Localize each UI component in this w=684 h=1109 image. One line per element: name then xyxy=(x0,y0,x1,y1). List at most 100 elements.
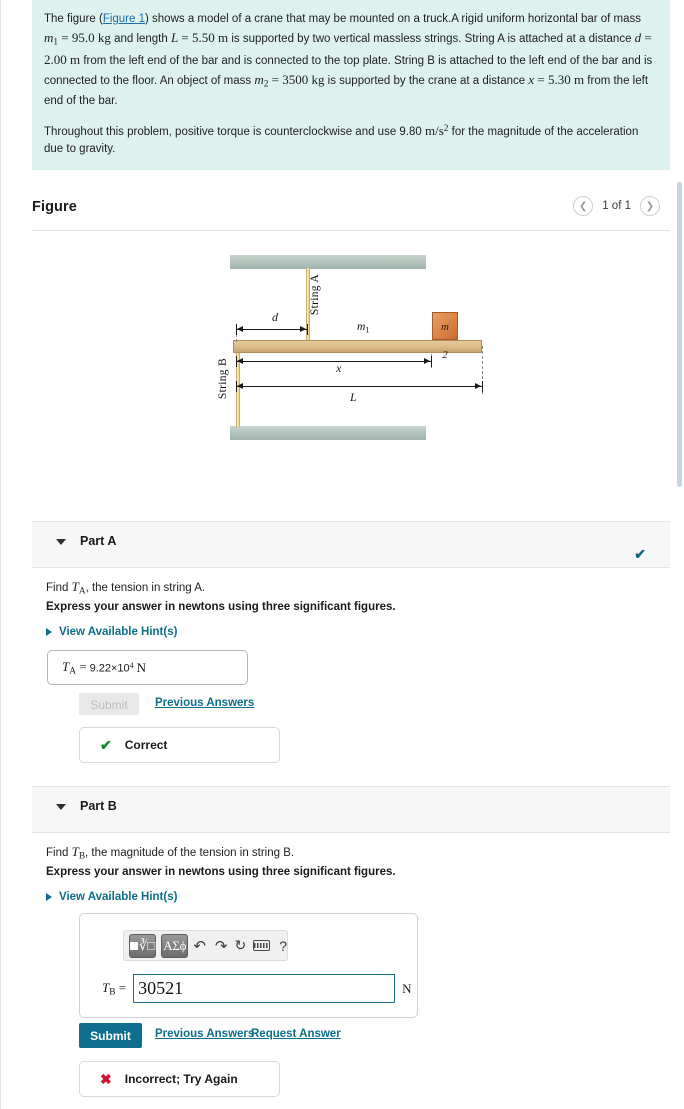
template-icon[interactable]: ∛□ xyxy=(129,933,157,958)
keyboard-icon[interactable] xyxy=(253,940,271,951)
length-text: and length xyxy=(114,33,168,46)
gravity-units: m/s2 xyxy=(425,122,449,138)
part-b-question: Find TB, the magnitude of the tension in… xyxy=(46,844,295,862)
scrollbar-thumb[interactable] xyxy=(677,182,682,487)
crane-diagram: String A String B m1 m2 d x L xyxy=(210,246,510,456)
chevron-down-icon[interactable] xyxy=(56,539,66,545)
chevron-right-small-icon xyxy=(46,893,52,901)
part-b-instruction: Express your answer in newtons using thr… xyxy=(46,866,396,878)
chevron-left-icon[interactable]: ❮ xyxy=(573,196,594,216)
figure-navigation: ❮ 1 of 1 ❯ xyxy=(573,196,660,216)
undo-arrow-icon[interactable]: ↶ xyxy=(193,937,206,955)
scrollbar-track[interactable] xyxy=(674,0,684,1109)
figure-counter: 1 of 1 xyxy=(602,200,631,212)
chevron-right-small-icon xyxy=(46,628,52,636)
part-a-symbol: TA xyxy=(71,579,86,597)
part-a-answer-value: 9.22×104 xyxy=(89,660,134,675)
m2-value: = 3500 kg xyxy=(271,72,325,88)
string-a-label: String A xyxy=(309,274,321,316)
dimension-tick-d-right xyxy=(307,324,308,335)
part-b-request-answer-link[interactable]: Request Answer xyxy=(251,1028,341,1040)
part-b-submit-button[interactable]: Submit xyxy=(79,1023,142,1048)
chevron-down-icon[interactable] xyxy=(56,804,66,810)
dimension-tick-L-right xyxy=(482,381,483,392)
left-gutter-rule xyxy=(0,0,1,1109)
part-b-header[interactable]: Part B xyxy=(32,786,670,833)
figure-divider xyxy=(32,230,670,231)
arrowhead-d-left xyxy=(237,326,243,332)
L-value: = 5.50 m xyxy=(181,30,229,46)
part-a-title: Part A xyxy=(80,534,117,548)
supported-text: is supported by two vertical massless st… xyxy=(231,33,632,46)
part-a-header[interactable]: Part A ✔ xyxy=(32,521,670,568)
arrowhead-d-right xyxy=(300,326,306,332)
m1-symbol: m1 xyxy=(44,30,59,48)
part-b-field-label: TB = xyxy=(102,979,127,998)
part-a-previous-answers-link[interactable]: Previous Answers xyxy=(155,697,254,709)
supported2-text: is supported by the crane at a distance xyxy=(327,75,526,88)
problem-paragraph-1: The figure (Figure 1) shows a model of a… xyxy=(44,11,656,110)
arrowhead-L-left xyxy=(237,383,243,389)
bar-mass-label: m1 xyxy=(357,321,370,335)
part-b-hint-link[interactable]: View Available Hint(s) xyxy=(46,891,177,903)
arrowhead-L-right xyxy=(475,383,481,389)
dimension-line-L xyxy=(236,386,483,387)
part-a-feedback-text: Correct xyxy=(124,738,168,752)
block-m2-label: m2 xyxy=(441,321,449,361)
part-a-feedback: ✔ Correct xyxy=(79,727,280,763)
part-a-submit-button[interactable]: Submit xyxy=(79,693,139,715)
floor-plate xyxy=(230,426,426,440)
problem-paragraph-2: Throughout this problem, positive torque… xyxy=(44,121,656,158)
part-b-previous-answers-link[interactable]: Previous Answers xyxy=(155,1028,254,1040)
part-a-answer-unit: N xyxy=(136,659,146,675)
arrowhead-x-right xyxy=(424,358,430,364)
part-a-answer-display: TA = 9.22×104 N xyxy=(47,650,248,685)
dimension-line-x xyxy=(236,361,432,362)
gravity-text-pre: Throughout this problem, positive torque… xyxy=(44,125,425,138)
part-a-question: Find TA, the tension in string A. xyxy=(46,579,206,597)
part-b-symbol: TB xyxy=(71,844,86,862)
dimension-tick-x-right xyxy=(431,356,432,367)
figure-header: Figure ❮ 1 of 1 ❯ xyxy=(32,196,670,230)
template-square-glyph xyxy=(130,941,138,950)
chevron-right-icon[interactable]: ❯ xyxy=(640,196,660,216)
part-b-field-unit: N xyxy=(402,980,412,996)
redo-arrow-icon[interactable]: ↷ xyxy=(215,937,228,955)
part-a-hint-link[interactable]: View Available Hint(s) xyxy=(46,626,177,638)
dimension-line-d xyxy=(236,329,307,330)
part-b-hint-label: View Available Hint(s) xyxy=(59,891,178,903)
part-b-feedback: ✖ Incorrect; Try Again xyxy=(79,1061,280,1097)
L-symbol: L xyxy=(170,30,179,46)
reset-circular-arrow-icon[interactable]: ↻ xyxy=(234,937,246,954)
block-m2: m2 xyxy=(432,312,458,361)
check-icon: ✔ xyxy=(100,736,112,753)
greek-symbols-label: ΑΣϕ xyxy=(163,937,187,953)
x-value: = 5.30 m xyxy=(537,72,585,88)
figure-1-link[interactable]: Figure 1 xyxy=(103,13,145,25)
dimension-label-x: x xyxy=(336,361,342,375)
problem-statement: The figure (Figure 1) shows a model of a… xyxy=(32,0,670,170)
help-icon[interactable]: ? xyxy=(279,938,287,954)
problem-text-pre: The figure ( xyxy=(44,13,103,25)
part-b-answer-input[interactable] xyxy=(133,974,396,1003)
part-a-instruction: Express your answer in newtons using thr… xyxy=(46,601,396,613)
dimension-label-d: d xyxy=(272,310,278,324)
part-b-feedback-text: Incorrect; Try Again xyxy=(124,1072,238,1086)
x-icon: ✖ xyxy=(100,1070,112,1087)
greek-symbols-button[interactable]: ΑΣϕ xyxy=(161,933,189,958)
part-a-status-check-icon: ✔ xyxy=(634,546,646,562)
radical-glyph: ∛□ xyxy=(139,937,156,953)
part-b-input-row: TB = N xyxy=(102,974,411,1003)
math-toolbar: ∛□ ΑΣϕ ↶ ↷ ↻ ? xyxy=(123,930,288,961)
x-symbol: x xyxy=(528,72,535,88)
m1-value: = 95.0 kg xyxy=(61,30,111,46)
m2-symbol: m2 xyxy=(254,72,269,91)
top-plate xyxy=(230,255,426,269)
part-a-hint-label: View Available Hint(s) xyxy=(59,626,178,638)
d-symbol: d xyxy=(634,30,642,46)
dimension-label-L: L xyxy=(350,390,357,404)
problem-text-mid: ) shows a model of a crane that may be m… xyxy=(145,13,642,25)
figure-title: Figure xyxy=(32,199,77,215)
arrowhead-x-left xyxy=(237,358,243,364)
part-b-answer-entry: ∛□ ΑΣϕ ↶ ↷ ↻ ? TB = N xyxy=(79,913,418,1018)
